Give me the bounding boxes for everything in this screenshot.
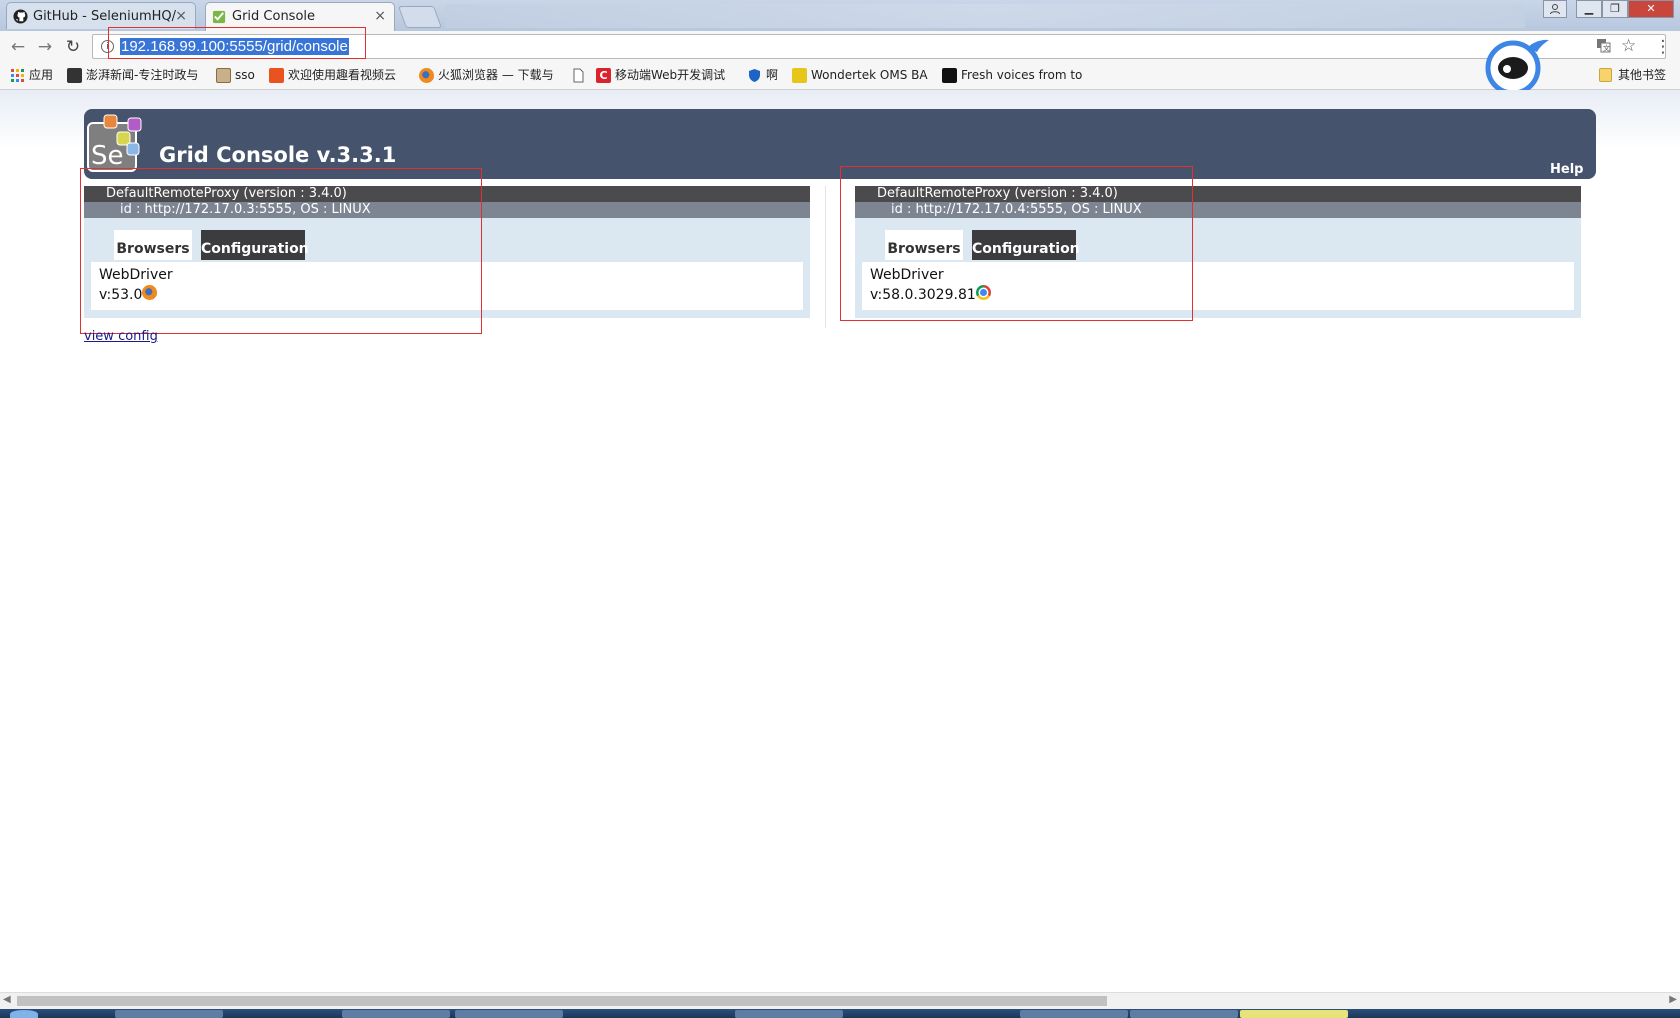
annotation-box-proxy-1 (80, 168, 482, 334)
qukan-icon (269, 68, 284, 83)
proxy-divider (825, 186, 826, 328)
scroll-left-icon[interactable]: ◀ (3, 994, 11, 1005)
view-config-link[interactable]: view config (84, 329, 158, 344)
bird-mascot-icon (1485, 39, 1549, 96)
minimize-button[interactable]: ▁ (1576, 0, 1602, 18)
annotation-box-proxy-2 (840, 166, 1193, 321)
user-icon[interactable] (1543, 0, 1567, 18)
background-tabs (445, 4, 1525, 28)
c-icon: C (596, 68, 611, 83)
taskbar-item[interactable] (342, 1010, 450, 1018)
start-button[interactable] (10, 1010, 38, 1018)
maximize-button[interactable]: ❐ (1602, 0, 1628, 18)
other-bookmarks[interactable]: 其他书签 (1599, 62, 1666, 89)
bookmark-sso[interactable]: sso (216, 62, 255, 89)
bookmark-thepaper[interactable]: 澎湃新闻-专注时政与 (67, 62, 221, 89)
firefox-icon (419, 68, 434, 83)
taskbar-item[interactable] (455, 1010, 563, 1018)
page-title: Grid Console v.3.3.1 (159, 143, 397, 167)
fresh-voices-icon (942, 68, 957, 83)
bookmark-qukan[interactable]: 欢迎使用趣看视频云 (269, 62, 424, 89)
close-window-button[interactable]: ✕ (1628, 0, 1674, 18)
horizontal-scrollbar[interactable]: ◀ ▶ (0, 992, 1680, 1010)
wondertek-icon (792, 68, 807, 83)
reload-icon[interactable]: ↻ (62, 36, 84, 58)
selenium-logo: Se (87, 114, 142, 172)
menu-icon[interactable]: ⋮ (1652, 36, 1674, 58)
close-tab-icon[interactable]: × (374, 3, 386, 30)
taskbar-item[interactable] (1020, 1010, 1128, 1018)
sso-icon (216, 68, 231, 83)
help-link[interactable]: Help (1550, 162, 1583, 177)
bookmarks-bar: 应用 澎湃新闻-专注时政与 sso 欢迎使用趣看视频云 火狐浏览器 — 下载与 … (0, 62, 1680, 90)
scroll-right-icon[interactable]: ▶ (1669, 994, 1677, 1005)
new-tab-button[interactable] (397, 6, 443, 28)
svg-text:文: 文 (1603, 44, 1610, 53)
forward-icon[interactable]: → (34, 36, 56, 58)
bookmark-apps[interactable]: 应用 (10, 62, 53, 89)
bookmark-firefox[interactable]: 火狐浏览器 — 下载与 (419, 62, 575, 89)
apps-icon (11, 69, 24, 82)
logo-text: Se (91, 141, 124, 171)
github-icon (13, 9, 28, 24)
translate-icon[interactable]: 文 (1596, 38, 1611, 57)
tab-label: GitHub - SeleniumHQ/ (33, 9, 177, 24)
thepaper-icon (67, 68, 82, 83)
tab-label: Grid Console (232, 9, 316, 24)
back-icon[interactable]: ← (7, 36, 29, 58)
taskbar-item[interactable] (115, 1010, 223, 1018)
url-annotation-box (108, 27, 366, 59)
folder-icon (1599, 68, 1612, 82)
tab-github[interactable]: GitHub - SeleniumHQ/ × (6, 2, 196, 29)
taskbar-item[interactable] (735, 1010, 843, 1018)
shield-icon (749, 69, 760, 82)
bookmark-fresh-voices[interactable]: Fresh voices from to (942, 62, 1099, 89)
page-icon (573, 68, 584, 83)
bookmark-mobile-web[interactable]: C 移动端Web开发调试 (596, 62, 755, 89)
scrollbar-thumb[interactable] (17, 996, 1107, 1006)
close-tab-icon[interactable]: × (175, 3, 187, 29)
bookmark-a[interactable]: 啊 (747, 62, 778, 89)
taskbar-item[interactable] (1240, 1010, 1348, 1018)
taskbar-item[interactable] (1130, 1010, 1238, 1018)
bookmark-wondertek[interactable]: Wondertek OMS BA (792, 62, 947, 89)
grid-console-icon (212, 10, 226, 24)
star-icon[interactable]: ☆ (1621, 36, 1636, 56)
